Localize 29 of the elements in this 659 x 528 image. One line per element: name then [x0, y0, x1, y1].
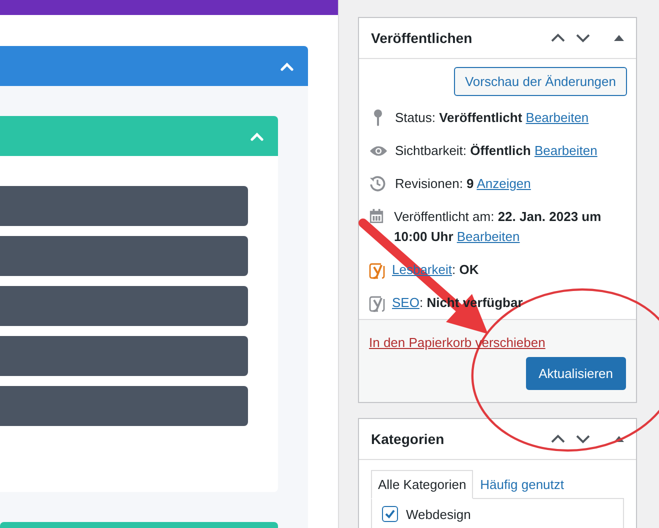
- history-icon: [369, 175, 386, 192]
- update-button[interactable]: Aktualisieren: [526, 357, 626, 390]
- box-title: Veröffentlichen: [371, 30, 472, 46]
- meta-link[interactable]: Anzeigen: [476, 176, 531, 191]
- chevron-up-icon[interactable]: [280, 62, 294, 70]
- collapse-icon[interactable]: [614, 35, 624, 41]
- meta-link[interactable]: Bearbeiten: [526, 110, 589, 125]
- meta-line: Veröffentlicht am: 22. Jan. 2023 um 10:00 Uhr Bearbeiten: [394, 208, 602, 246]
- category-label: Webdesign: [406, 506, 471, 522]
- eye-icon: [369, 145, 388, 157]
- box-title: Kategorien: [371, 431, 444, 447]
- category-tab[interactable]: Alle Kategorien: [371, 470, 474, 499]
- meta-line: Status: Veröffentlicht Bearbeiten: [395, 109, 590, 127]
- meta-link[interactable]: SEO: [392, 295, 420, 310]
- pin-icon: [373, 109, 383, 127]
- chevron-up-icon[interactable]: [250, 132, 264, 140]
- meta-line: Revisionen: 9 Anzeigen: [395, 175, 532, 193]
- move-up-icon[interactable]: [550, 33, 566, 43]
- calendar-icon: [369, 208, 384, 224]
- meta-line: Sichtbarkeit: Öffentlich Bearbeiten: [395, 142, 598, 160]
- checkbox[interactable]: [382, 506, 398, 522]
- collapse-icon[interactable]: [614, 436, 624, 442]
- preview-button[interactable]: Vorschau der Änderungen: [454, 67, 627, 96]
- move-down-icon[interactable]: [575, 434, 591, 444]
- move-down-icon[interactable]: [575, 33, 591, 43]
- move-up-icon[interactable]: [550, 434, 566, 444]
- meta-link[interactable]: Bearbeiten: [534, 143, 598, 158]
- meta-link[interactable]: Bearbeiten: [456, 229, 520, 244]
- category-tab[interactable]: Häufig genutzt: [473, 470, 572, 499]
